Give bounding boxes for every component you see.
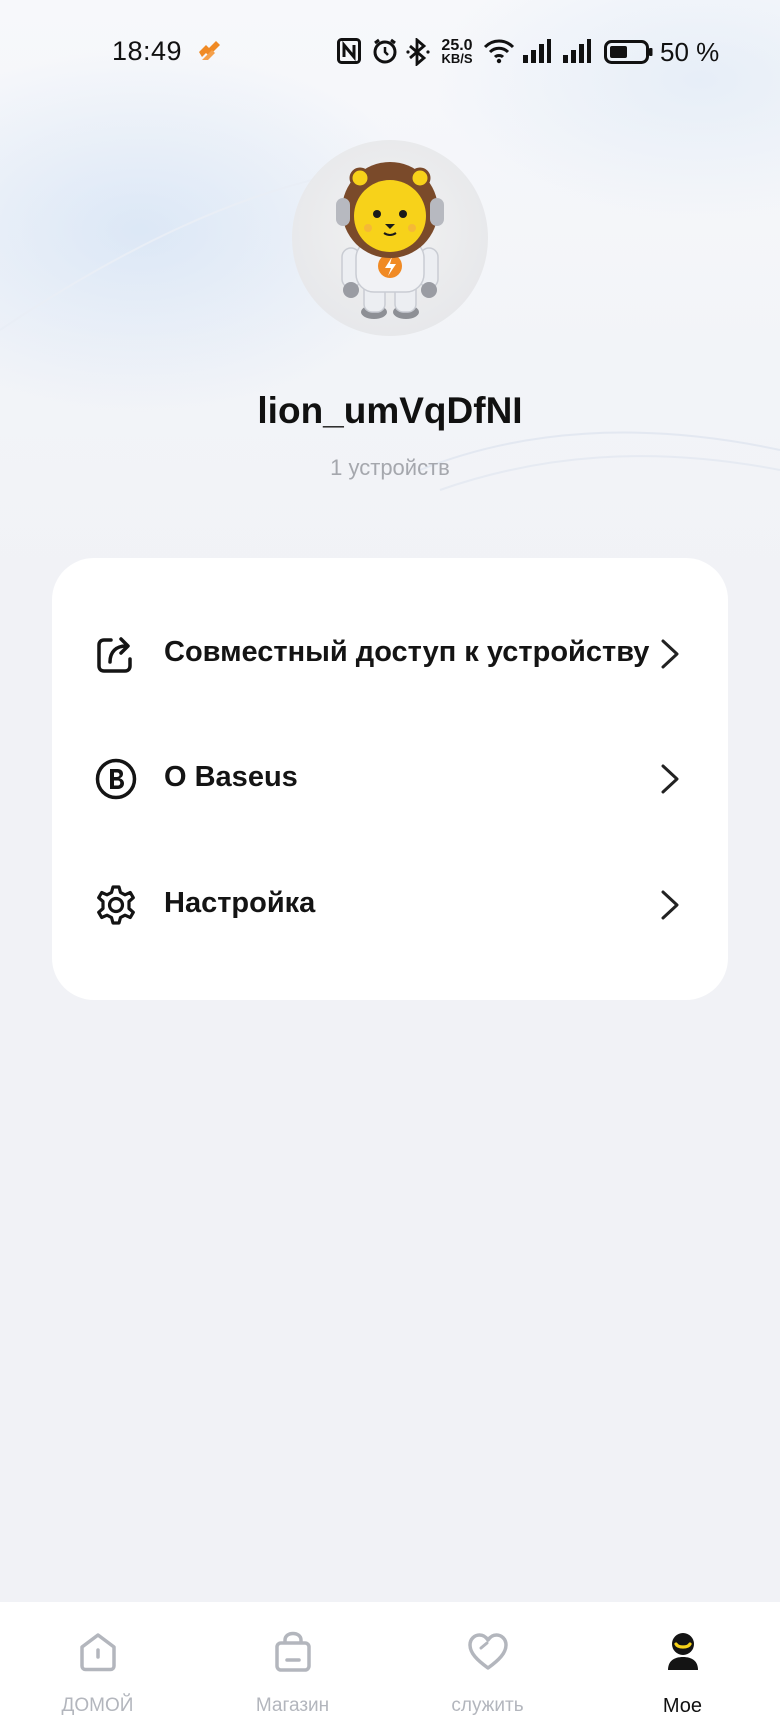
profile-icon <box>668 1633 698 1670</box>
nav-item-service[interactable]: служить <box>390 1602 585 1733</box>
menu-item-about-baseus[interactable]: О Baseus <box>52 729 728 829</box>
bottom-navigation: ДОМОЙ Магазин служить Мое <box>0 1602 780 1733</box>
nfc-icon <box>337 38 361 64</box>
menu-item-label: Настройка <box>164 887 316 919</box>
home-icon <box>80 1633 116 1672</box>
menu-item-label: О Baseus <box>164 761 298 793</box>
nav-label-service: служить <box>451 1695 524 1716</box>
avatar[interactable] <box>292 140 488 336</box>
shopping-bag-icon <box>275 1631 311 1672</box>
menu-item-share-device[interactable]: Совместный доступ к устройству <box>52 604 728 704</box>
battery-icon <box>604 40 653 64</box>
flame-icon <box>199 41 220 60</box>
nav-item-shop[interactable]: Магазин <box>195 1602 390 1733</box>
network-speed-unit: KB/S <box>441 51 473 66</box>
device-count: 1 устройств <box>330 455 450 480</box>
nav-item-mine[interactable]: Мое <box>585 1602 780 1733</box>
nav-label-shop: Магазин <box>255 1695 330 1716</box>
signal-icon <box>523 39 551 63</box>
chevron-right-icon <box>661 764 679 794</box>
menu-item-label: Совместный доступ к устройству <box>164 636 650 668</box>
gear-icon <box>97 885 135 925</box>
signal-icon <box>563 39 591 63</box>
nav-label-mine: Мое <box>662 1695 703 1717</box>
chevron-right-icon <box>661 639 679 669</box>
network-speed: 25.0 KB/S <box>437 38 477 66</box>
bluetooth-icon <box>406 38 430 66</box>
battery-percent: 50 % <box>660 37 720 67</box>
alarm-icon <box>373 38 397 64</box>
share-icon <box>97 637 132 673</box>
wifi-icon <box>483 39 515 64</box>
baseus-logo-icon <box>95 758 137 800</box>
nav-item-home[interactable]: ДОМОЙ <box>0 1602 195 1733</box>
username: lion_umVqDfNI <box>257 390 523 431</box>
nav-label-home: ДОМОЙ <box>61 1695 134 1716</box>
heart-icon <box>468 1633 508 1670</box>
status-bar: 18:49 25.0 KB/S 50 % <box>0 0 780 104</box>
menu-item-settings[interactable]: Настройка <box>52 855 728 955</box>
lion-astronaut-avatar <box>336 162 444 319</box>
menu-card: Совместный доступ к устройству О Baseus … <box>52 558 728 1000</box>
status-time: 18:49 <box>112 36 183 66</box>
chevron-right-icon <box>661 890 679 920</box>
